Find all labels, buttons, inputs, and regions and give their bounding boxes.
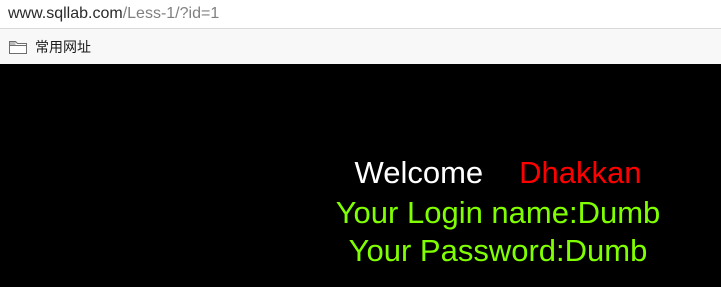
welcome-label: Welcome (354, 155, 484, 190)
url-path: /Less-1/?id=1 (122, 5, 220, 22)
folder-icon (9, 40, 27, 54)
bookmarks-bar: 常用网址 (0, 29, 721, 64)
address-bar: www.sqllab.com/Less-1/?id=1 (0, 0, 721, 29)
bookmark-folder-item[interactable]: 常用网址 (9, 38, 91, 56)
login-result-block: Welcome Dhakkan Your Login name:Dumb Your… (278, 64, 718, 287)
page-content: Welcome Dhakkan Your Login name:Dumb Your… (0, 64, 721, 287)
browser-window: { "address_bar": { "url_host": "www.sqll… (0, 0, 721, 287)
bookmark-folder-label: 常用网址 (35, 39, 91, 55)
url-host: www.sqllab.com (8, 5, 123, 22)
greeting-name: Dhakkan (519, 155, 642, 190)
url-field[interactable]: www.sqllab.com/Less-1/?id=1 (8, 3, 219, 25)
password-result: Your Password:Dumb (348, 233, 648, 268)
welcome-line: Welcome Dhakkan (278, 154, 718, 192)
login-name-result: Your Login name:Dumb (335, 195, 661, 230)
